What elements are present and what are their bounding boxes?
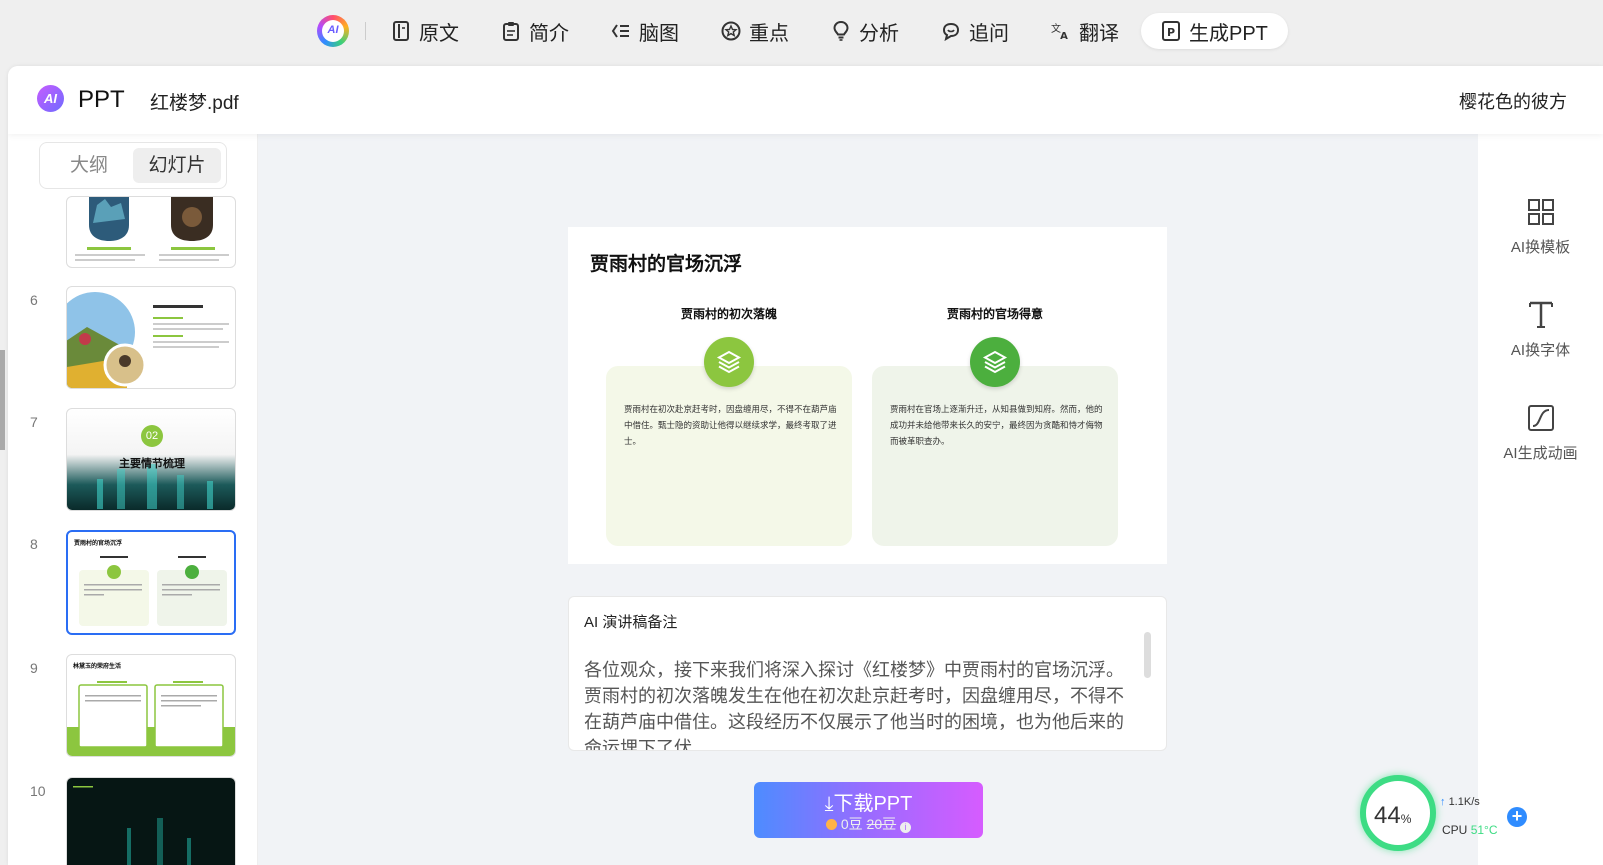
tool-analysis[interactable]: 分析: [811, 13, 919, 49]
tab-outline[interactable]: 大纲: [45, 148, 133, 183]
slide-canvas: 贾雨村的官场沉浮 贾雨村的初次落魄 贾雨村在初次赴京赶考时，因盘缠用尽，不得不在…: [258, 134, 1478, 865]
clipboard-icon: [501, 21, 521, 41]
layers-icon: [970, 337, 1020, 387]
download-ppt-button[interactable]: ⤓下载PPT 0豆 20豆 i: [754, 782, 983, 838]
app-header: AI PPT 红楼梦.pdf 樱花色的彼方: [8, 66, 1603, 134]
star-icon: [721, 21, 741, 41]
top-toolbar: AI 原文 简介 脑图 重点 分析 追问 文 A 翻译 P 生成PPT: [0, 0, 1603, 62]
tool-translate[interactable]: 文A 翻译: [1031, 13, 1139, 49]
notes-scrollbar[interactable]: [1144, 632, 1151, 678]
text-icon: [1478, 297, 1603, 333]
ai-logo-icon[interactable]: AI: [317, 15, 349, 47]
ai-template-label: AI换模板: [1510, 239, 1571, 256]
tool-summary[interactable]: 简介: [481, 13, 589, 49]
ai-font-label: AI换字体: [1510, 342, 1571, 359]
info-icon[interactable]: i: [900, 822, 912, 833]
tool-original-label: 原文: [419, 22, 459, 45]
slide-thumbnail-10[interactable]: [66, 777, 236, 865]
main-panel: AI PPT 红楼梦.pdf 樱花色的彼方 大纲 幻灯片 6 7 02 主要情节…: [8, 66, 1603, 865]
download-label-row: ⤓下载PPT: [754, 787, 983, 816]
upload-arrow-icon: ↑: [1440, 796, 1446, 808]
download-label: 下载PPT: [833, 793, 913, 815]
chat-icon: [941, 21, 961, 41]
slide-thumbnail-8[interactable]: 贾雨村的官场沉浮: [66, 530, 236, 635]
tool-keypoints-label: 重点: [749, 22, 789, 45]
slide-thumbnail-7[interactable]: 02 主要情节梳理: [66, 408, 236, 511]
user-name[interactable]: 樱花色的彼方: [1459, 88, 1567, 114]
layers-icon: [704, 337, 754, 387]
tool-mindmap-label: 脑图: [639, 22, 679, 45]
mindmap-icon: [611, 21, 631, 41]
translate-icon: 文A: [1051, 21, 1071, 41]
monitor-expand-button[interactable]: +: [1507, 807, 1527, 827]
window-edge: [0, 350, 5, 450]
ai-template-button[interactable]: AI换模板: [1478, 194, 1603, 257]
price-old: 20豆: [866, 816, 897, 832]
slide-number: 7: [30, 414, 38, 430]
brand-badge: AI: [37, 85, 64, 112]
column-title-right: 贾雨村的官场得意: [946, 307, 1043, 321]
thumbnail-title: 主要情节梳理: [119, 458, 185, 470]
slide-number: 6: [30, 292, 38, 308]
speaker-notes[interactable]: AI 演讲稿备注 各位观众，接下来我们将深入探讨《红楼梦》中贾雨村的官场沉浮。贾…: [568, 596, 1167, 751]
document-icon: [391, 21, 411, 41]
tool-summary-label: 简介: [529, 22, 569, 45]
column-title-left: 贾雨村的初次落魄: [680, 307, 777, 321]
slide-thumbnail-6[interactable]: [66, 286, 236, 389]
tool-analysis-label: 分析: [859, 22, 899, 45]
toolbar-divider: [365, 22, 366, 40]
slide-title: 贾雨村的官场沉浮: [590, 254, 743, 275]
tool-followup[interactable]: 追问: [921, 13, 1029, 49]
cpu-temperature: CPU 51°C: [1442, 823, 1498, 837]
speaker-notes-title: AI 演讲稿备注: [584, 614, 678, 631]
animation-icon: [1478, 400, 1603, 436]
brand-name: PPT: [78, 86, 125, 113]
tool-translate-label: 翻译: [1079, 22, 1119, 45]
grid-icon: [1478, 194, 1603, 230]
slide-number: 8: [30, 536, 38, 552]
tool-mindmap[interactable]: 脑图: [591, 13, 699, 49]
slide-number: 9: [30, 660, 38, 676]
slide-number: 10: [30, 783, 46, 799]
column-card-left: [606, 366, 852, 546]
coin-icon: [825, 819, 837, 830]
ai-logo-text: AI: [327, 24, 339, 36]
ppt-icon: P: [1161, 21, 1181, 41]
tool-generate-ppt[interactable]: P 生成PPT: [1141, 13, 1288, 49]
svg-text:A: A: [1060, 31, 1068, 41]
column-card-right: [872, 366, 1118, 546]
price-now: 0豆: [840, 816, 863, 832]
column-text-left: 贾雨村在初次赴京赶考时，因盘缠用尽，不得不在葫芦庙中借住。甄士隐的资助让他得以继…: [624, 404, 837, 446]
view-toggle: 大纲 幻灯片: [39, 142, 227, 189]
slide-thumbnail-9[interactable]: 林黛玉的荣府生活: [66, 654, 236, 757]
slides-sidebar: 大纲 幻灯片 6 7 02 主要情节梳理 8 贾雨村的官场沉浮 9 林黛玉的荣府…: [8, 134, 258, 865]
file-name: 红楼梦.pdf: [150, 93, 239, 114]
price-row: 0豆 20豆 i: [754, 814, 983, 834]
lightbulb-icon: [831, 21, 851, 41]
column-text-right: 贾雨村在官场上逐渐升迁，从知县做到知府。然而，他的成功并未给他带来长久的安宁，最…: [890, 404, 1103, 446]
right-tool-panel: AI换模板 AI换字体 AI生成动画: [1478, 134, 1603, 865]
section-badge: 02: [141, 425, 163, 447]
speaker-notes-text: 各位观众，接下来我们将深入探讨《红楼梦》中贾雨村的官场沉浮。贾雨村的初次落魄发生…: [584, 660, 1124, 751]
ai-font-button[interactable]: AI换字体: [1478, 297, 1603, 360]
memory-percent: 44%: [1374, 802, 1412, 829]
ai-animation-button[interactable]: AI生成动画: [1478, 400, 1603, 463]
ai-animation-label: AI生成动画: [1503, 445, 1578, 462]
tool-original[interactable]: 原文: [371, 13, 479, 49]
slide-thumbnail-5[interactable]: [66, 196, 236, 268]
tool-keypoints[interactable]: 重点: [701, 13, 809, 49]
tab-slides[interactable]: 幻灯片: [133, 148, 221, 183]
tool-followup-label: 追问: [969, 22, 1009, 45]
tool-generate-ppt-label: 生成PPT: [1189, 22, 1268, 45]
network-speed: ↑ 1.1K/s: [1440, 796, 1480, 808]
svg-text:P: P: [1167, 26, 1175, 39]
slide-preview[interactable]: 贾雨村的官场沉浮 贾雨村的初次落魄 贾雨村在初次赴京赶考时，因盘缠用尽，不得不在…: [568, 227, 1167, 564]
